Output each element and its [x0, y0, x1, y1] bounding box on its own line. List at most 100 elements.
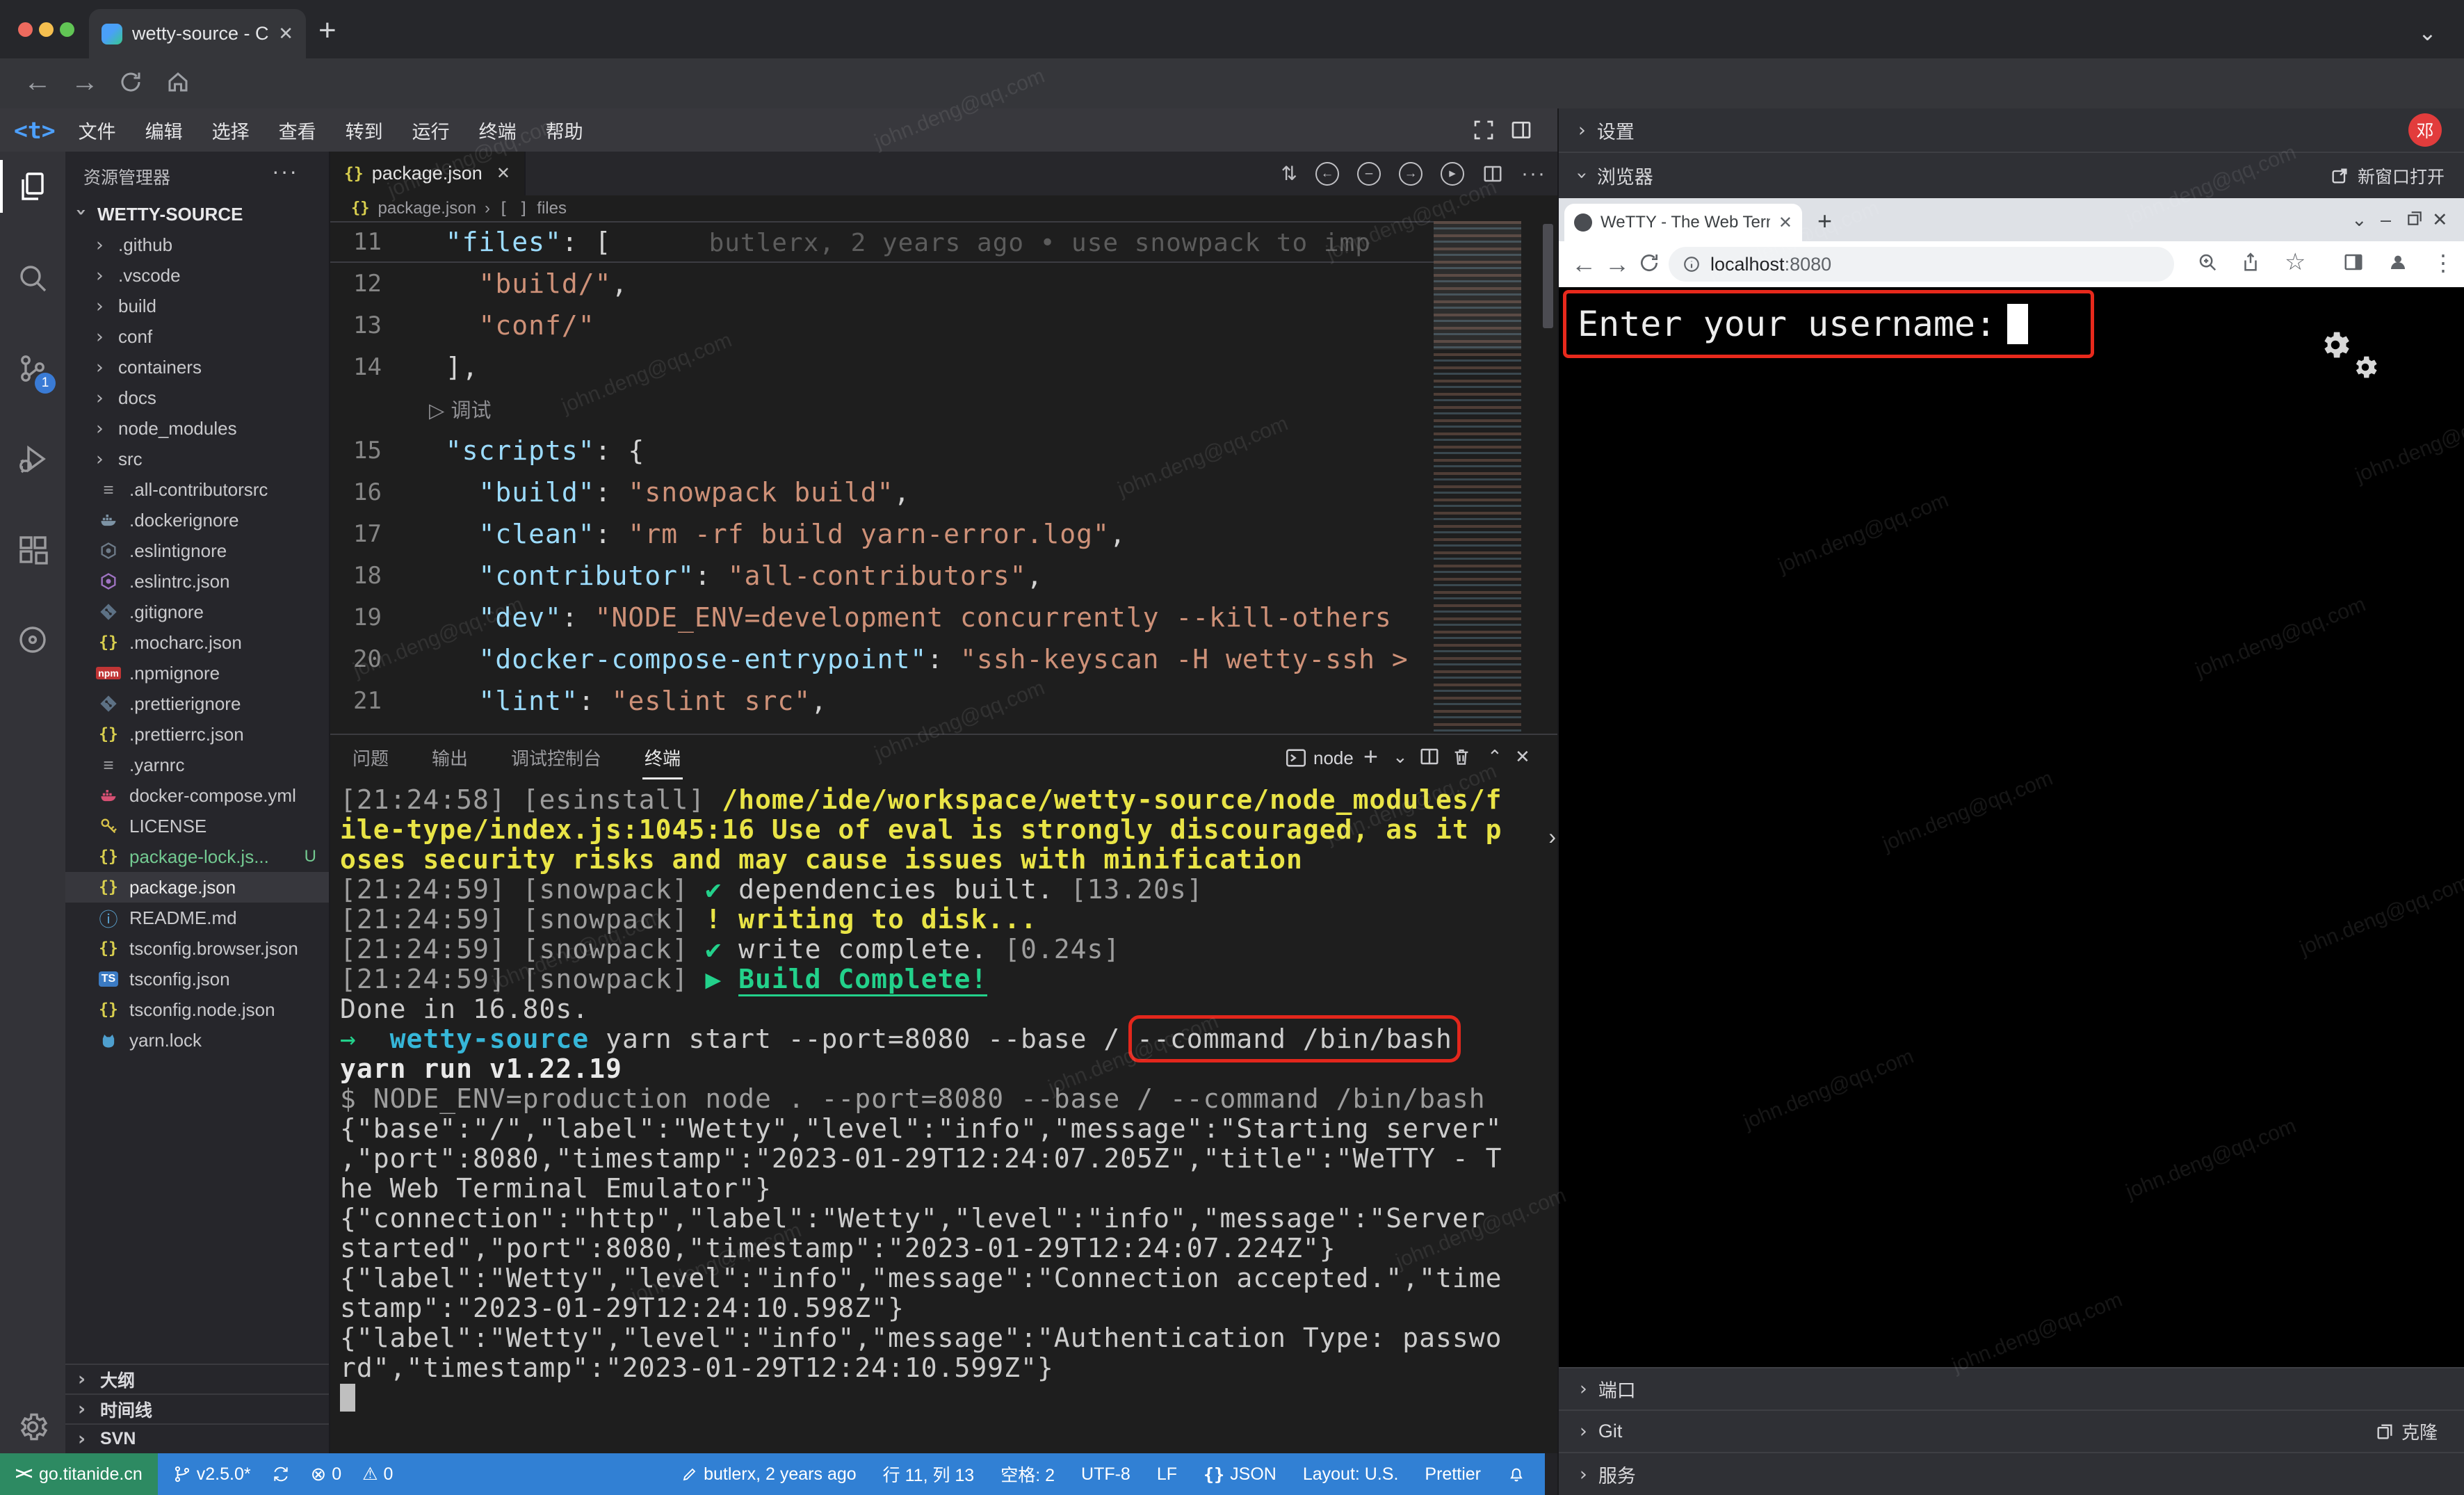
wetty-settings-gear2-icon[interactable] [2351, 353, 2380, 382]
nav-back-circle-icon[interactable]: ← [1315, 162, 1339, 186]
tree-item-.all-contributorsrc[interactable]: ≡.all-contributorsrc [65, 474, 329, 505]
code-line-13[interactable]: 13 "conf/" [330, 305, 1434, 346]
maximize-panel-icon[interactable]: ⌃ [1487, 746, 1502, 768]
tree-item-.prettierignore[interactable]: .prettierignore [65, 688, 329, 719]
tree-item-.mocharc.json[interactable]: {}.mocharc.json [65, 627, 329, 658]
panel-tab-1[interactable]: 输出 [432, 745, 468, 770]
wetty-terminal-page[interactable]: Enter your username: [1559, 287, 2464, 1367]
split-editor-icon[interactable] [1482, 163, 1503, 184]
embedded-side-panel-icon[interactable] [2343, 252, 2364, 273]
browser-section-header[interactable]: › 浏览器 新窗口打开 [1559, 152, 2464, 198]
tree-item-.yarnrc[interactable]: ≡.yarnrc [65, 750, 329, 780]
kill-terminal-icon[interactable] [1451, 746, 1472, 767]
terminal-output[interactable]: [21:24:58] [esinstall] /home/ide/workspa… [340, 785, 1542, 1453]
sync-item[interactable] [272, 1465, 290, 1483]
warnings-item[interactable]: ⚠0 [362, 1464, 393, 1485]
code-line-15[interactable]: 15 "scripts": { [330, 430, 1434, 471]
embedded-menu-icon[interactable]: ⋮ [2432, 250, 2454, 276]
run-debug-icon[interactable] [0, 424, 65, 494]
notifications-bell-icon[interactable] [1507, 1465, 1525, 1483]
panel-tab-0[interactable]: 问题 [352, 745, 389, 770]
menu-item-2[interactable]: 选择 [212, 117, 250, 144]
run-file-icon[interactable]: ▸ [1441, 162, 1464, 186]
tree-item-tsconfig.node.json[interactable]: {}tsconfig.node.json [65, 994, 329, 1025]
embedded-star-icon[interactable]: ☆ [2285, 248, 2305, 276]
menu-item-0[interactable]: 文件 [79, 117, 116, 144]
embedded-restore-icon[interactable] [2406, 209, 2424, 227]
panel-expand-icon[interactable]: › [1548, 824, 1556, 850]
tree-item-build[interactable]: ›build [65, 291, 329, 321]
menu-item-4[interactable]: 转到 [346, 117, 383, 144]
ports-section-header[interactable]: › 端口 [1559, 1367, 2464, 1409]
embedded-url-bar[interactable]: localhost:8080 [1669, 247, 2174, 282]
code-line-20[interactable]: 20 "docker-compose-entrypoint": "ssh-key… [330, 638, 1434, 680]
tree-item-.prettierrc.json[interactable]: {}.prettierrc.json [65, 719, 329, 750]
settings-section-header[interactable]: › 设置 邓 [1559, 108, 2464, 152]
new-terminal-icon[interactable]: + [1363, 742, 1378, 771]
panel-tab-2[interactable]: 调试控制台 [511, 745, 601, 770]
fullscreen-icon[interactable] [1473, 119, 1495, 141]
mac-zoom-button[interactable] [60, 22, 74, 37]
code-line-11[interactable]: 11 "files": [butlerx, 2 years ago • use … [330, 221, 1434, 263]
tree-item-WETTY-SOURCE[interactable]: ›WETTY-SOURCE [65, 199, 329, 229]
tree-item-.eslintrc.json[interactable]: .eslintrc.json [65, 566, 329, 597]
split-terminal-icon[interactable] [1419, 746, 1440, 767]
search-icon[interactable] [0, 243, 65, 313]
tree-item-.dockerignore[interactable]: .dockerignore [65, 505, 329, 535]
tree-item-conf[interactable]: ›conf [65, 321, 329, 352]
mac-minimize-button[interactable] [39, 22, 54, 37]
explorer-icon[interactable] [0, 152, 65, 221]
menu-item-7[interactable]: 帮助 [546, 117, 583, 144]
breadcrumb-node[interactable]: files [537, 199, 567, 218]
breadcrumb-file[interactable]: package.json [378, 199, 476, 218]
menu-item-5[interactable]: 运行 [412, 117, 450, 144]
tree-item-.gitignore[interactable]: .gitignore [65, 597, 329, 627]
git-section-header[interactable]: › Git 克隆 [1559, 1409, 2464, 1452]
tree-item-.eslintignore[interactable]: .eslintignore [65, 535, 329, 566]
compare-changes-icon[interactable]: ⇅ [1281, 162, 1297, 185]
tree-item-package-lock.js...[interactable]: {}package-lock.js...U [65, 841, 329, 872]
tab-close-icon[interactable]: ✕ [278, 23, 293, 45]
code-line-16[interactable]: 16 "build": "snowpack build", [330, 471, 1434, 513]
tree-item-tsconfig.browser.json[interactable]: {}tsconfig.browser.json [65, 933, 329, 964]
status-item-6[interactable]: Layout: U.S. [1303, 1464, 1399, 1485]
zoom-icon[interactable] [2197, 252, 2218, 273]
status-item-5[interactable]: {}JSON [1203, 1464, 1276, 1485]
tree-item-README.md[interactable]: ⓘREADME.md [65, 903, 329, 933]
reload-icon[interactable] [118, 70, 143, 95]
embedded-reload-icon[interactable] [1638, 252, 1660, 274]
code-line-14[interactable]: 14 ], [330, 346, 1434, 388]
menu-item-3[interactable]: 查看 [279, 117, 316, 144]
tree-item-src[interactable]: ›src [65, 444, 329, 474]
status-item-0[interactable]: butlerx, 2 years ago [681, 1464, 857, 1485]
wetty-settings-gear-icon[interactable] [2318, 328, 2353, 362]
site-info-icon[interactable] [1683, 255, 1701, 273]
breadcrumb[interactable]: {} package.json › [ ] files [330, 195, 1557, 221]
browser-tab[interactable]: wetty-source - CloudIDE ✕ [89, 9, 306, 58]
tree-item-tsconfig.json[interactable]: TStsconfig.json [65, 964, 329, 994]
mac-close-button[interactable] [18, 22, 33, 37]
new-tab-button[interactable]: + [318, 15, 337, 46]
nav-dash-circle-icon[interactable]: – [1357, 162, 1381, 186]
wetty-tab[interactable]: WeTTY - The Web Terminal ✕ [1564, 204, 1802, 241]
minimap-slider[interactable] [1434, 221, 1521, 350]
status-item-7[interactable]: Prettier [1425, 1464, 1481, 1485]
code-area[interactable]: 11 "files": [butlerx, 2 years ago • use … [330, 221, 1434, 734]
tree-item-containers[interactable]: ›containers [65, 352, 329, 382]
tree-item-package.json[interactable]: {}package.json [65, 872, 329, 903]
editor-scrollbar[interactable] [1543, 224, 1553, 328]
code-line-19[interactable]: 19 "dev": "NODE_ENV=development concurre… [330, 597, 1434, 638]
editor-tab-package-json[interactable]: {} package.json ✕ [330, 152, 526, 195]
services-section-header[interactable]: › 服务 [1559, 1452, 2464, 1495]
embedded-minimize-icon[interactable]: – [2381, 209, 2391, 231]
open-new-window-button[interactable]: 新窗口打开 [2330, 163, 2445, 188]
tree-item-LICENSE[interactable]: LICENSE [65, 811, 329, 841]
codelens-row[interactable]: ▷ 调试 [330, 388, 1434, 430]
status-item-1[interactable]: 行 11, 列 13 [883, 1462, 975, 1487]
tree-item-docker-compose.yml[interactable]: docker-compose.yml [65, 780, 329, 811]
embedded-back-icon[interactable]: ← [1571, 250, 1596, 279]
extensions-icon[interactable] [0, 515, 65, 584]
embedded-forward-icon[interactable]: → [1605, 250, 1630, 279]
terminal-process-icon[interactable] [1284, 746, 1308, 770]
editor-more-icon[interactable]: ··· [1521, 162, 1546, 186]
